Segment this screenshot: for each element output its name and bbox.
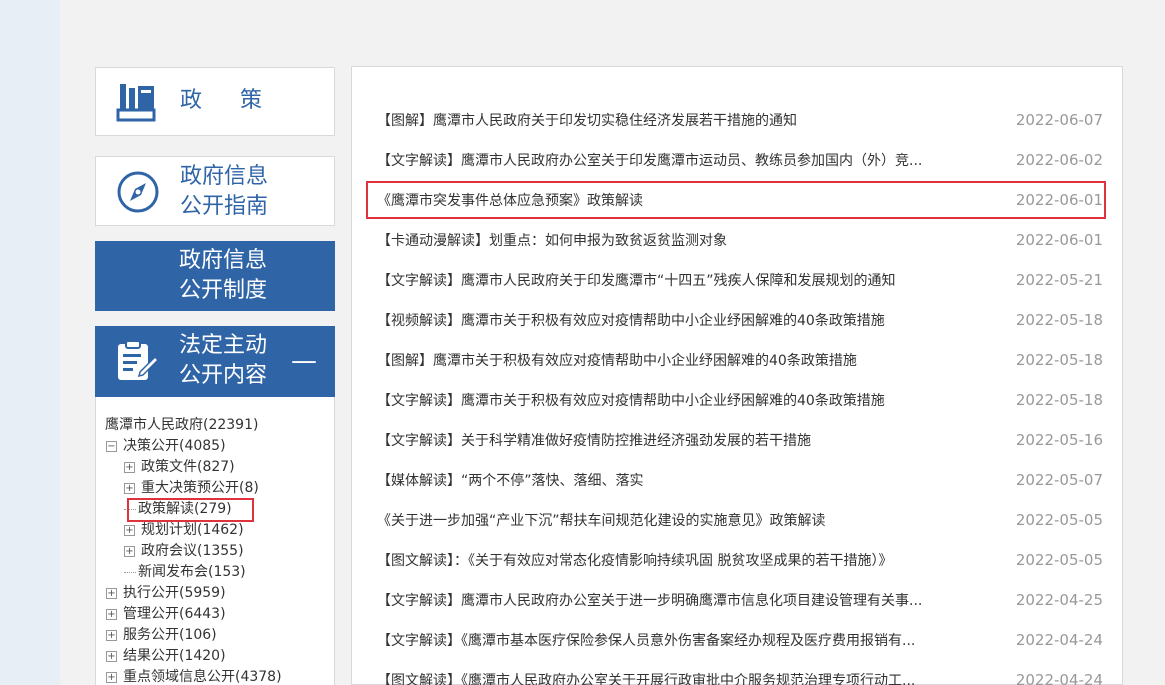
list-item-title[interactable]: 【图解】鹰潭市人民政府关于印发切实稳住经济发展若干措施的通知 xyxy=(377,110,797,130)
disclosure-system-card[interactable]: 政府信息 公开制度 xyxy=(95,241,335,311)
list-item-title[interactable]: 【卡通动漫解读】划重点：如何申报为致贫返贫监测对象 xyxy=(377,230,727,250)
list-item[interactable]: 【图文解读】《鹰潭市人民政府办公室关于开展行政审批中介服务规范治理专项行动工..… xyxy=(377,660,1103,685)
list-item-title[interactable]: 【图解】鹰潭市关于积极有效应对疫情帮助中小企业纾困解难的40条政策措施 xyxy=(377,350,857,370)
tree-item[interactable]: + 执行公开(5959) xyxy=(106,583,226,604)
tree-item[interactable]: + 重点领域信息公开(4378) xyxy=(106,667,282,685)
guide-title-line-2: 公开指南 xyxy=(180,194,269,219)
list-item[interactable]: 【卡通动漫解读】划重点：如何申报为致贫返贫监测对象 2022-06-01 xyxy=(377,220,1103,260)
expand-icon[interactable]: + xyxy=(124,524,135,536)
list-item-date: 2022-05-05 xyxy=(1015,551,1103,569)
expand-icon[interactable]: + xyxy=(106,650,117,662)
tree-item[interactable]: 新闻发布会(153) xyxy=(124,562,246,583)
list-item-date: 2022-05-21 xyxy=(1015,271,1103,289)
legal-title-line-2: 公开内容 xyxy=(179,363,268,388)
system-title: 政府信息 公开制度 xyxy=(179,246,267,306)
tree-item[interactable]: 鹰潭市人民政府(22391) xyxy=(105,415,258,436)
tree-item[interactable]: + 服务公开(106) xyxy=(106,625,217,646)
collapse-button[interactable]: — xyxy=(291,348,317,374)
tree-item-label[interactable]: 执行公开(5959) xyxy=(123,585,226,601)
expand-icon[interactable]: + xyxy=(106,629,117,641)
list-item-date: 2022-04-24 xyxy=(1015,671,1103,685)
tree-item-label[interactable]: 鹰潭市人民政府(22391) xyxy=(105,417,258,433)
tree-item-label[interactable]: 新闻发布会(153) xyxy=(138,564,246,580)
list-item-title[interactable]: 【文字解读】鹰潭市人民政府关于印发鹰潭市“十四五”残疾人保障和发展规划的通知 xyxy=(377,270,896,290)
list-item[interactable]: 【图解】鹰潭市人民政府关于印发切实稳住经济发展若干措施的通知 2022-06-07 xyxy=(377,100,1103,140)
tree-item-label[interactable]: 管理公开(6443) xyxy=(123,606,226,622)
tree-item-label[interactable]: 规划计划(1462) xyxy=(141,522,244,538)
tree-item-label[interactable]: 重点领域信息公开(4378) xyxy=(123,669,282,685)
legal-title-line-1: 法定主动 xyxy=(179,333,268,358)
list-item-date: 2022-04-24 xyxy=(1015,631,1103,649)
disclosure-guide-card[interactable]: 政府信息 公开指南 xyxy=(95,156,335,226)
expand-icon[interactable]: + xyxy=(124,482,135,494)
list-item[interactable]: 《关于进一步加强“产业下沉”帮扶车间规范化建设的实施意见》政策解读 2022-05… xyxy=(377,500,1103,540)
expand-icon[interactable]: + xyxy=(106,587,117,599)
list-item-date: 2022-05-07 xyxy=(1015,471,1103,489)
list-item[interactable]: 【文字解读】鹰潭市人民政府关于印发鹰潭市“十四五”残疾人保障和发展规划的通知 20… xyxy=(377,260,1103,300)
tree-item[interactable]: − 决策公开(4085) xyxy=(106,436,226,457)
list-item-date: 2022-05-05 xyxy=(1015,511,1103,529)
list-item[interactable]: 【图文解读】：《关于有效应对常态化疫情影响持续巩固 脱贫攻坚成果的若干措施）》 2… xyxy=(377,540,1103,580)
list-item-date: 2022-05-18 xyxy=(1015,311,1103,329)
list-item-title[interactable]: 【文字解读】关于科学精准做好疫情防控推进经济强劲发展的若干措施 xyxy=(377,430,811,450)
guide-title-line-1: 政府信息 xyxy=(180,164,269,189)
list-item-title[interactable]: 【文字解读】鹰潭市人民政府办公室关于印发鹰潭市运动员、教练员参加国内（外）竞..… xyxy=(377,150,922,170)
list-item[interactable]: 【文字解读】关于科学精准做好疫情防控推进经济强劲发展的若干措施 2022-05-1… xyxy=(377,420,1103,460)
list-item[interactable]: 【文字解读】鹰潭市人民政府办公室关于印发鹰潭市运动员、教练员参加国内（外）竞..… xyxy=(377,140,1103,180)
tree-item-label[interactable]: 政策文件(827) xyxy=(141,459,235,475)
tree-item[interactable]: + 管理公开(6443) xyxy=(106,604,226,625)
list-item-title[interactable]: 【视频解读】鹰潭市关于积极有效应对疫情帮助中小企业纾困解难的40条政策措施 xyxy=(377,310,885,330)
tree-item[interactable]: + 重大决策预公开(8) xyxy=(124,478,259,499)
list-item-date: 2022-06-07 xyxy=(1015,111,1103,129)
expand-icon[interactable]: + xyxy=(124,461,135,473)
list-item[interactable]: 【文字解读】《鹰潭市基本医疗保险参保人员意外伤害备案经办规程及医疗费用报销有..… xyxy=(377,620,1103,660)
compass-icon xyxy=(117,171,159,213)
expand-icon[interactable]: + xyxy=(106,608,117,620)
list-item-title[interactable]: 【图文解读】：《关于有效应对常态化疫情影响持续巩固 脱贫攻坚成果的若干措施）》 xyxy=(377,550,892,570)
clipboard-edit-icon xyxy=(118,340,159,380)
policy-card[interactable]: 政策 xyxy=(95,67,335,136)
list-item-date: 2022-06-02 xyxy=(1015,151,1103,169)
list-item-date: 2022-06-01 xyxy=(1015,231,1103,249)
list-item-title[interactable]: 【图文解读】《鹰潭市人民政府办公室关于开展行政审批中介服务规范治理专项行动工..… xyxy=(377,670,915,685)
list-item-title[interactable]: 【文字解读】鹰潭市关于积极有效应对疫情帮助中小企业纾困解难的40条政策措施 xyxy=(377,390,885,410)
list-item-title[interactable]: 【文字解读】《鹰潭市基本医疗保险参保人员意外伤害备案经办规程及医疗费用报销有..… xyxy=(377,630,915,650)
list-item-title[interactable]: 【文字解读】鹰潭市人民政府办公室关于进一步明确鹰潭市信息化项目建设管理有关事..… xyxy=(377,590,922,610)
tree-item-label[interactable]: 政府会议(1355) xyxy=(141,543,244,559)
tree-connector xyxy=(124,571,136,573)
tree-item[interactable]: + 规划计划(1462) xyxy=(124,520,244,541)
category-tree: 鹰潭市人民政府(22391) − 决策公开(4085) + 政策文件(827) + 重大决策… xyxy=(95,397,335,685)
tree-item-label[interactable]: 结果公开(1420) xyxy=(123,648,226,664)
guide-title: 政府信息 公开指南 xyxy=(180,162,268,222)
row-highlight-box xyxy=(366,181,1106,219)
tree-item-label[interactable]: 服务公开(106) xyxy=(123,627,217,643)
legal-title: 法定主动 公开内容 xyxy=(179,331,267,391)
list-item-title[interactable]: 《关于进一步加强“产业下沉”帮扶车间规范化建设的实施意见》政策解读 xyxy=(377,510,826,530)
collapse-icon[interactable]: − xyxy=(106,440,117,452)
system-title-line-1: 政府信息 xyxy=(179,248,268,273)
list-item-date: 2022-05-18 xyxy=(1015,351,1103,369)
expand-icon[interactable]: + xyxy=(124,545,135,557)
expand-icon[interactable]: + xyxy=(106,671,117,683)
tree-item[interactable]: + 结果公开(1420) xyxy=(106,646,226,667)
statutory-disclosure-card[interactable]: 法定主动 公开内容 — xyxy=(95,326,335,397)
list-item[interactable]: 【视频解读】鹰潭市关于积极有效应对疫情帮助中小企业纾困解难的40条政策措施 202… xyxy=(377,300,1103,340)
tree-item-label[interactable]: 决策公开(4085) xyxy=(123,438,226,454)
article-list-panel: 【图解】鹰潭市人民政府关于印发切实稳住经济发展若干措施的通知 2022-06-07… xyxy=(351,66,1123,685)
tree-item[interactable]: + 政府会议(1355) xyxy=(124,541,244,562)
list-item[interactable]: 【媒体解读】“两个不停”落快、落细、落实 2022-05-07 xyxy=(377,460,1103,500)
list-item-date: 2022-05-16 xyxy=(1015,431,1103,449)
tree-item-label[interactable]: 重大决策预公开(8) xyxy=(141,480,259,496)
list-item-date: 2022-05-18 xyxy=(1015,391,1103,409)
list-item-title[interactable]: 【媒体解读】“两个不停”落快、落细、落实 xyxy=(377,470,644,490)
system-title-line-2: 公开制度 xyxy=(179,278,268,303)
selected-highlight-box xyxy=(127,498,254,522)
list-item[interactable]: 【文字解读】鹰潭市关于积极有效应对疫情帮助中小企业纾困解难的40条政策措施 202… xyxy=(377,380,1103,420)
policy-title: 政策 xyxy=(180,88,301,113)
list-item-date: 2022-04-25 xyxy=(1015,591,1103,609)
list-item[interactable]: 【图解】鹰潭市关于积极有效应对疫情帮助中小企业纾困解难的40条政策措施 2022-… xyxy=(377,340,1103,380)
book-stack-icon xyxy=(116,84,156,122)
list-item[interactable]: 【文字解读】鹰潭市人民政府办公室关于进一步明确鹰潭市信息化项目建设管理有关事..… xyxy=(377,580,1103,620)
tree-item[interactable]: + 政策文件(827) xyxy=(124,457,235,478)
